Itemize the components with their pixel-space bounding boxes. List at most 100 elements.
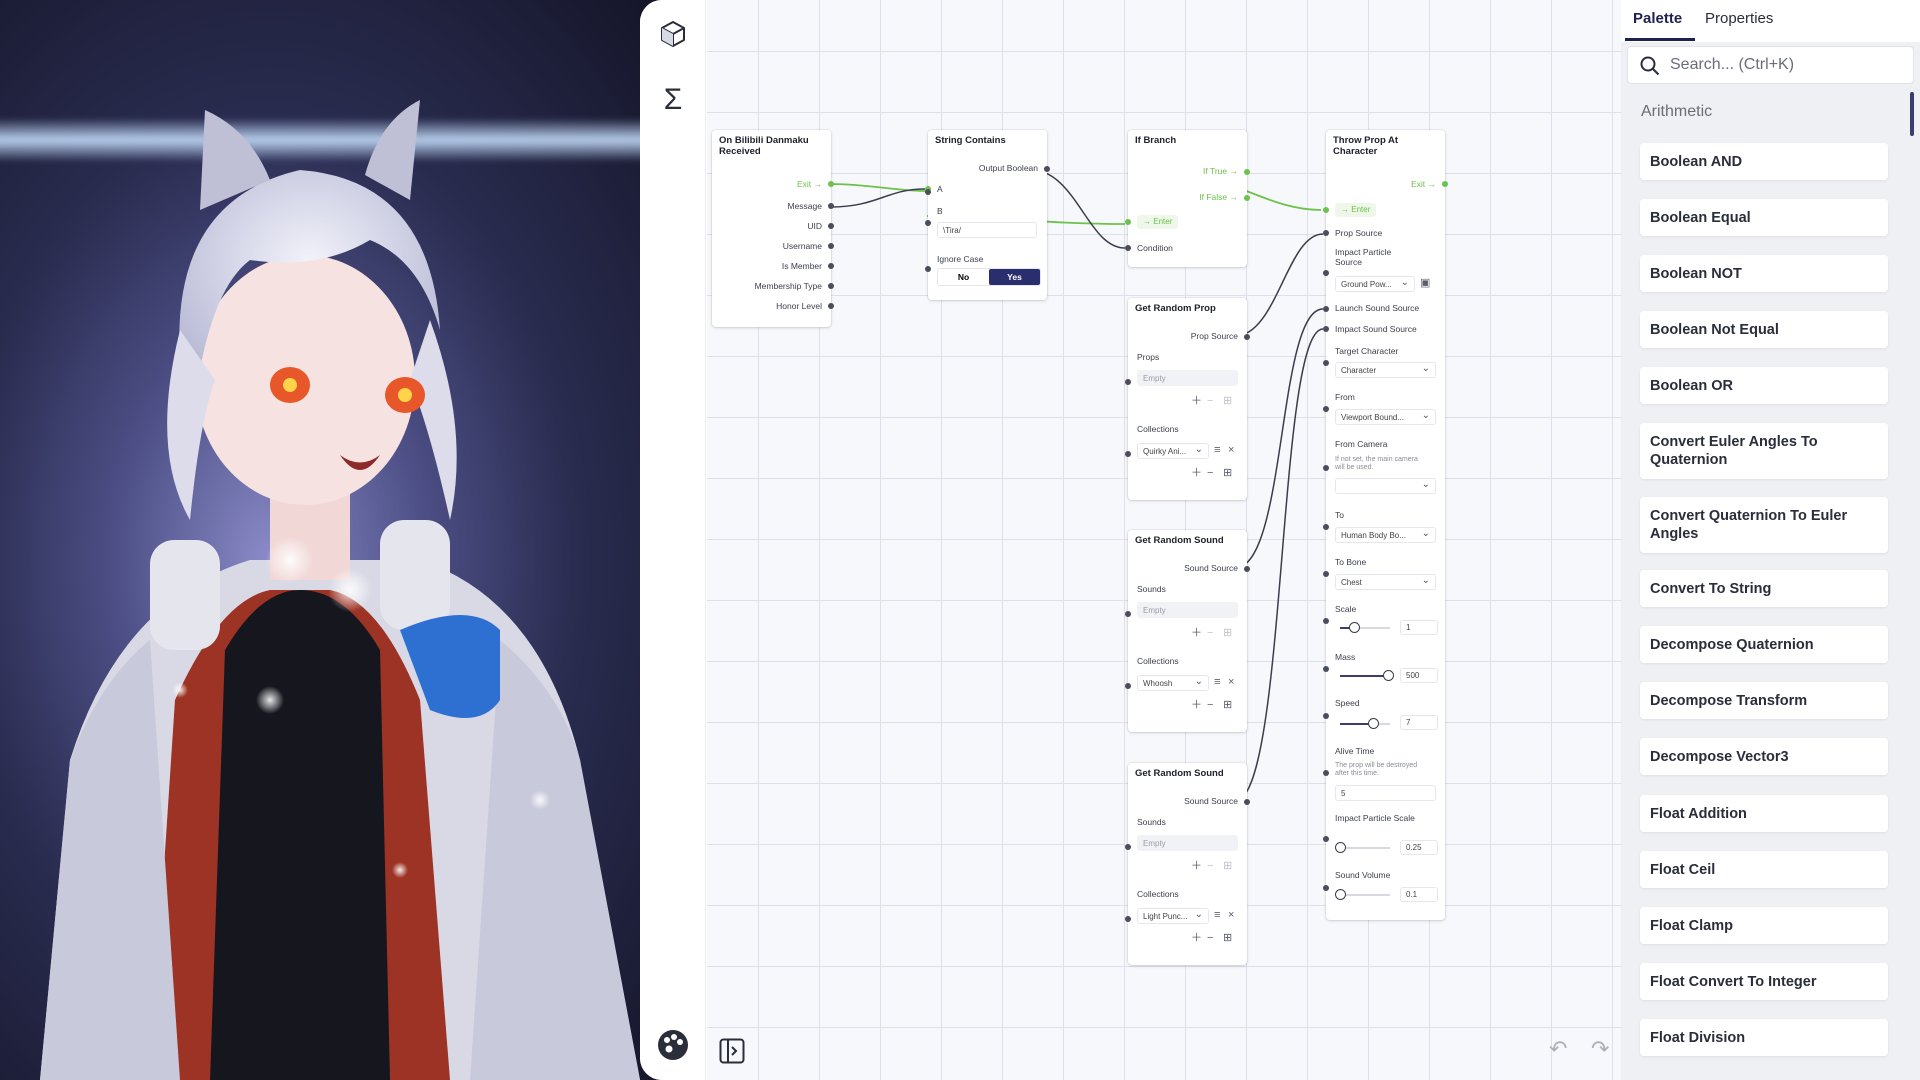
port-dot[interactable] xyxy=(1323,770,1329,776)
b-value-input[interactable]: \Tira/ xyxy=(937,222,1037,238)
port-dot[interactable] xyxy=(828,223,834,229)
collection-select[interactable]: Light Punc... xyxy=(1137,908,1209,924)
to-select[interactable]: Human Body Bo... xyxy=(1335,527,1436,543)
port-dot[interactable] xyxy=(1323,306,1329,312)
close-icon[interactable]: × xyxy=(1228,677,1234,688)
port-dot[interactable] xyxy=(925,266,931,272)
port-dot[interactable] xyxy=(1125,683,1131,689)
port-dot[interactable] xyxy=(1323,524,1329,530)
palette-item[interactable]: Float Division xyxy=(1640,1019,1888,1056)
impact-particle-scale-slider[interactable] xyxy=(1335,842,1390,853)
port-dot[interactable] xyxy=(925,189,931,195)
port-dot[interactable] xyxy=(1323,571,1329,577)
node-on-danmaku-received[interactable]: On Bilibili Danmaku Received Exit → Mess… xyxy=(712,130,834,327)
alive-time-input[interactable]: 5 xyxy=(1335,785,1436,801)
palette-item[interactable]: Boolean AND xyxy=(1640,143,1888,180)
cube-icon[interactable] xyxy=(655,16,691,52)
palette-item[interactable]: Boolean Not Equal xyxy=(1640,311,1888,348)
port-dot[interactable] xyxy=(828,303,834,309)
scrollbar[interactable] xyxy=(1910,92,1914,136)
palette-icon[interactable] xyxy=(655,1027,691,1063)
node-if-branch[interactable]: If Branch If True → If False → → Enter C… xyxy=(1125,130,1250,267)
grid-icon[interactable]: ⊞ xyxy=(1223,628,1232,639)
graph-canvas[interactable]: On Bilibili Danmaku Received Exit → Mess… xyxy=(707,0,1640,1080)
palette-item[interactable]: Decompose Transform xyxy=(1640,682,1888,719)
port-dot[interactable] xyxy=(1125,379,1131,385)
minus-icon[interactable]: − xyxy=(1207,700,1213,711)
mass-slider[interactable] xyxy=(1340,670,1394,681)
palette-item[interactable]: Float Convert To Integer xyxy=(1640,963,1888,1000)
toggle-yes[interactable]: Yes xyxy=(989,269,1040,285)
port-dot[interactable] xyxy=(1323,406,1329,412)
grid-icon[interactable]: ⊞ xyxy=(1223,468,1232,479)
close-icon[interactable]: × xyxy=(1228,910,1234,921)
port-dot[interactable] xyxy=(1323,836,1329,842)
palette-item[interactable]: Boolean NOT xyxy=(1640,255,1888,292)
plus-icon[interactable]: ＋ xyxy=(1191,396,1202,407)
tab-palette[interactable]: Palette xyxy=(1633,10,1682,27)
sigma-icon[interactable]: Σ xyxy=(655,82,691,118)
save-icon[interactable]: ▣ xyxy=(1420,278,1430,289)
palette-item[interactable]: Float Addition xyxy=(1640,795,1888,832)
port-dot[interactable] xyxy=(1323,713,1329,719)
slider-knob[interactable] xyxy=(1335,842,1346,853)
speed-slider[interactable] xyxy=(1340,718,1390,729)
collection-select[interactable]: Whoosh xyxy=(1137,675,1209,691)
scale-input[interactable]: 1 xyxy=(1400,620,1438,635)
sounds-list[interactable]: Empty xyxy=(1137,835,1238,851)
port-dot[interactable] xyxy=(1044,166,1050,172)
port-dot[interactable] xyxy=(828,283,834,289)
minus-icon[interactable]: − xyxy=(1207,628,1213,639)
minus-icon[interactable]: − xyxy=(1207,933,1213,944)
ignore-case-toggle[interactable]: No Yes xyxy=(937,268,1041,286)
plus-icon[interactable]: ＋ xyxy=(1191,933,1202,944)
port-dot[interactable] xyxy=(1323,885,1329,891)
collection-select[interactable]: Quirky Ani... xyxy=(1137,443,1209,459)
plus-icon[interactable]: ＋ xyxy=(1191,700,1202,711)
target-character-select[interactable]: Character xyxy=(1335,362,1436,378)
port-dot[interactable] xyxy=(828,243,834,249)
sound-volume-input[interactable]: 0.1 xyxy=(1400,887,1438,902)
node-throw-prop-at-character[interactable]: Throw Prop At Character Exit → → Enter P… xyxy=(1323,130,1448,920)
palette-item[interactable]: Convert Quaternion To Euler Angles xyxy=(1640,497,1888,553)
palette-item[interactable]: Convert Euler Angles To Quaternion xyxy=(1640,423,1888,479)
if-true-port[interactable] xyxy=(1244,169,1250,175)
toggle-no[interactable]: No xyxy=(938,269,989,285)
enter-port[interactable] xyxy=(1323,207,1329,213)
palette-item[interactable]: Boolean Equal xyxy=(1640,199,1888,236)
grid-icon[interactable]: ⊞ xyxy=(1223,700,1232,711)
grid-icon[interactable]: ⊞ xyxy=(1223,933,1232,944)
port-dot[interactable] xyxy=(1323,666,1329,672)
minus-icon[interactable]: − xyxy=(1207,396,1213,407)
exit-port[interactable] xyxy=(828,181,834,187)
speed-input[interactable]: 7 xyxy=(1400,715,1438,730)
exit-port[interactable] xyxy=(1442,181,1448,187)
port-dot[interactable] xyxy=(1125,611,1131,617)
to-bone-select[interactable]: Chest xyxy=(1335,574,1436,590)
undo-icon[interactable]: ↶ xyxy=(1549,1036,1567,1062)
node-get-random-prop[interactable]: Get Random Prop Prop Source Props Empty … xyxy=(1125,298,1250,500)
panel-toggle-icon[interactable] xyxy=(719,1038,745,1070)
palette-item[interactable]: Float Ceil xyxy=(1640,851,1888,888)
palette-item[interactable]: Convert To String xyxy=(1640,570,1888,607)
port-dot[interactable] xyxy=(1323,326,1329,332)
palette-item[interactable]: Decompose Vector3 xyxy=(1640,738,1888,775)
port-dot[interactable] xyxy=(1323,270,1329,276)
slider-knob[interactable] xyxy=(1367,718,1379,729)
port-dot[interactable] xyxy=(1125,916,1131,922)
palette-item[interactable]: Decompose Quaternion xyxy=(1640,626,1888,663)
slider-knob[interactable] xyxy=(1335,889,1346,900)
slider-knob[interactable] xyxy=(1349,622,1360,633)
menu-icon[interactable]: ≡ xyxy=(1214,445,1220,456)
enter-port[interactable] xyxy=(1125,219,1131,225)
node-get-random-sound[interactable]: Get Random Sound Sound Source Sounds Emp… xyxy=(1125,763,1250,965)
impact-particle-select[interactable]: Ground Pow... xyxy=(1335,276,1415,292)
grid-icon[interactable]: ⊞ xyxy=(1223,396,1232,407)
sounds-list[interactable]: Empty xyxy=(1137,602,1238,618)
impact-particle-scale-input[interactable]: 0.25 xyxy=(1400,840,1438,855)
search-input[interactable] xyxy=(1670,55,1900,75)
if-false-port[interactable] xyxy=(1244,195,1250,201)
port-dot[interactable] xyxy=(1125,245,1131,251)
port-dot[interactable] xyxy=(1323,465,1329,471)
tab-properties[interactable]: Properties xyxy=(1705,10,1773,27)
